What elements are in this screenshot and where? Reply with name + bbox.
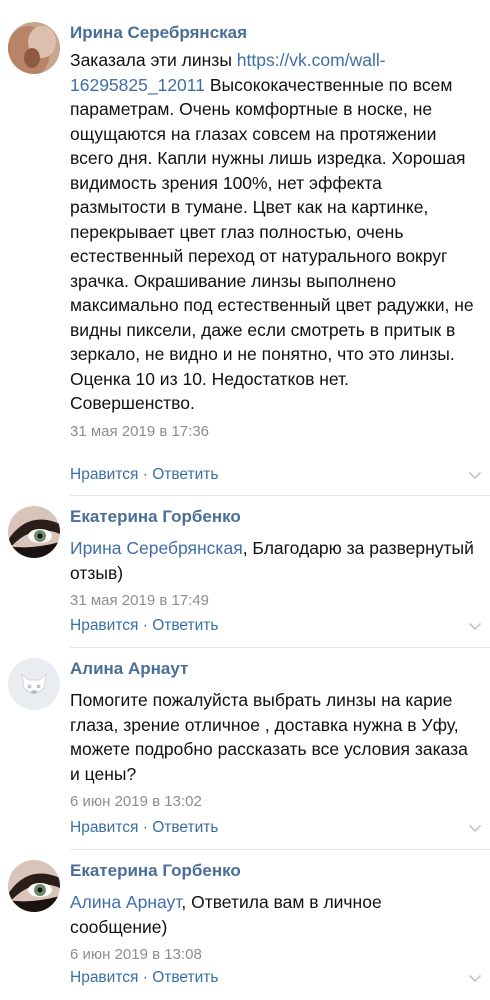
avatar-photo-icon: [8, 860, 60, 912]
comment-item: Алина Арнаут Помогите пожалуйста выбрать…: [0, 648, 490, 850]
comment-date[interactable]: 31 мая 2019 в 17:36: [70, 422, 476, 442]
comment-text: Заказала эти линзы https://vk.com/wall-1…: [70, 48, 476, 416]
avatar[interactable]: [8, 860, 60, 912]
avatar[interactable]: [8, 506, 60, 558]
like-button[interactable]: Нравится: [70, 969, 138, 986]
chevron-down-icon[interactable]: [468, 824, 482, 834]
comment-actions: Нравится · Ответить: [70, 818, 218, 838]
chevron-down-icon[interactable]: [468, 974, 482, 984]
reply-button[interactable]: Ответить: [152, 819, 218, 836]
like-button[interactable]: Нравится: [70, 466, 138, 483]
chevron-down-icon[interactable]: [468, 622, 482, 632]
avatar[interactable]: [8, 22, 60, 74]
comment-mention[interactable]: Алина Арнаут: [70, 892, 181, 912]
comment-author[interactable]: Ирина Серебрянская: [70, 22, 476, 44]
avatar-photo-icon: [8, 506, 60, 558]
comment-item: Екатерина Горбенко Алина Арнаут, Ответил…: [0, 850, 490, 1000]
comment-actions: Нравится · Ответить: [70, 465, 218, 485]
avatar-photo-icon: [8, 22, 60, 74]
actions-separator: ·: [138, 617, 153, 634]
comment-author[interactable]: Екатерина Горбенко: [70, 860, 476, 882]
comment-text-body: Высококачественные по всем параметрам. О…: [70, 74, 474, 414]
reply-button[interactable]: Ответить: [152, 466, 218, 483]
comment-actions: Нравится · Ответить: [70, 968, 218, 988]
comment-date[interactable]: 31 мая 2019 в 17:49: [70, 591, 476, 611]
comment-item: Ирина Серебрянская Заказала эти линзы ht…: [0, 0, 490, 496]
chevron-down-icon[interactable]: [468, 471, 482, 481]
comment-text: Алина Арнаут, Ответила вам в личное сооб…: [70, 890, 476, 939]
reply-button[interactable]: Ответить: [152, 969, 218, 986]
avatar[interactable]: [8, 658, 60, 710]
comment-author[interactable]: Алина Арнаут: [70, 658, 476, 680]
comment-date[interactable]: 6 июн 2019 в 13:02: [70, 792, 476, 812]
actions-separator: ·: [138, 969, 153, 986]
comment-date[interactable]: 6 июн 2019 в 13:08: [70, 945, 476, 965]
like-button[interactable]: Нравится: [70, 617, 138, 634]
comment-item: Екатерина Горбенко Ирина Серебрянская, Б…: [0, 496, 490, 648]
actions-separator: ·: [138, 819, 153, 836]
like-button[interactable]: Нравится: [70, 819, 138, 836]
reply-button[interactable]: Ответить: [152, 617, 218, 634]
comment-author[interactable]: Екатерина Горбенко: [70, 506, 476, 528]
comment-actions: Нравится · Ответить: [70, 616, 218, 636]
default-dog-avatar-icon: [8, 658, 60, 710]
comment-text: Ирина Серебрянская, Благодарю за разверн…: [70, 536, 476, 585]
actions-separator: ·: [138, 466, 153, 483]
comment-mention[interactable]: Ирина Серебрянская: [70, 538, 243, 558]
comment-text: Помогите пожалуйста выбрать линзы на кар…: [70, 690, 468, 784]
comment-text-prefix: Заказала эти линзы: [70, 50, 237, 70]
